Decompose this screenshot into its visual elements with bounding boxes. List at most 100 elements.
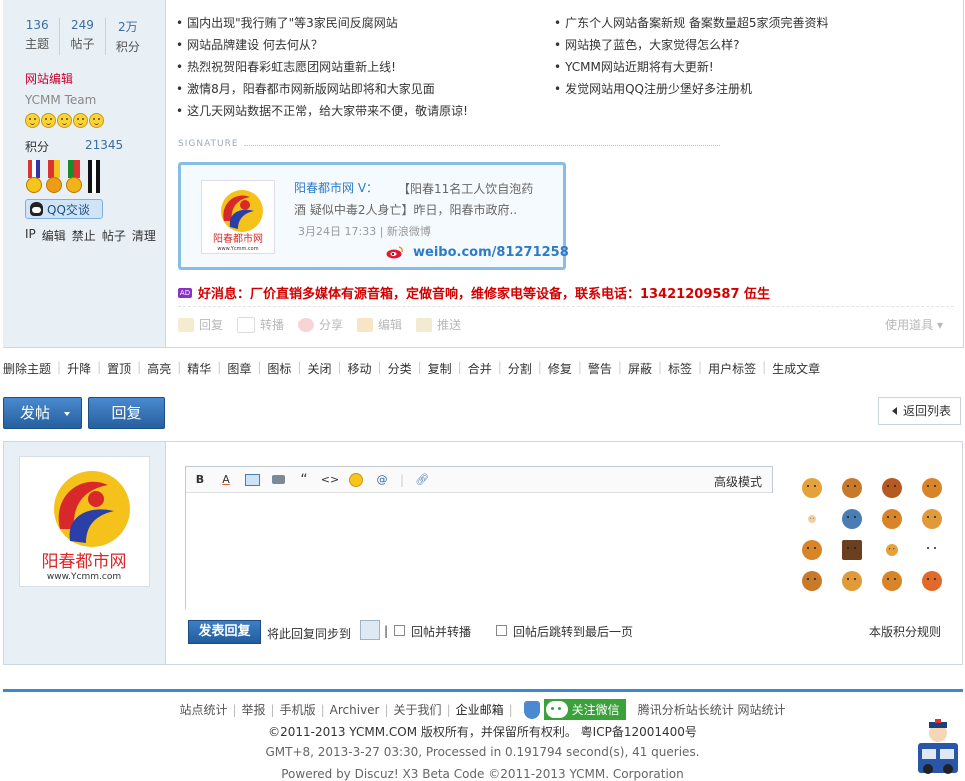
stat-posts-label[interactable]: 帖子 [60, 35, 104, 52]
advanced-mode-link[interactable]: 高级模式 [714, 473, 762, 490]
stat-posts[interactable]: 249 帖子 [60, 18, 106, 55]
quote-icon[interactable]: “ [296, 472, 312, 488]
footer-link-report[interactable]: 举报 [242, 701, 266, 718]
mod-block[interactable]: 屏蔽 [628, 360, 652, 377]
qq-chat-button[interactable]: QQ交谈 [25, 199, 103, 219]
mod-split[interactable]: 分割 [508, 360, 532, 377]
monkey-emoticon-icon[interactable] [922, 571, 942, 591]
weibo-link[interactable]: weibo.com/81271258 [413, 245, 569, 260]
ad-banner[interactable]: AD 好消息：厂价直销多媒体有源音箱，定做音响，维修家电等设备，联系电话：134… [178, 283, 770, 302]
mod-stick[interactable]: 置顶 [107, 360, 131, 377]
admin-link-edit[interactable]: 编辑 [42, 227, 66, 244]
attachment-icon[interactable] [270, 472, 286, 488]
mention-icon[interactable]: @ [374, 472, 390, 488]
admin-link-clean[interactable]: 清理 [132, 227, 156, 244]
monkey-emoticon-icon[interactable] [808, 515, 816, 523]
forward-reply-checkbox[interactable] [394, 625, 405, 636]
use-tools-menu[interactable]: 使用道具 ▾ [885, 316, 943, 333]
stat-topics-count[interactable]: 136 [15, 18, 59, 32]
user-group[interactable]: 网站编辑 [25, 70, 73, 87]
stat-credits-count[interactable]: 2万 [106, 18, 150, 35]
mod-merge[interactable]: 合并 [468, 360, 492, 377]
footer-link-about[interactable]: 关于我们 [394, 701, 442, 718]
credit-rules-link[interactable]: 本版积分规则 [869, 623, 941, 640]
medal-icon[interactable] [25, 160, 43, 193]
news-link[interactable]: 网站换了蓝色，大家觉得怎么样? [554, 34, 829, 56]
medal-icon[interactable] [85, 160, 103, 193]
mod-repair[interactable]: 修复 [548, 360, 572, 377]
jump-last-page-label[interactable]: 回帖后跳转到最后一页 [513, 623, 633, 640]
stat-posts-count[interactable]: 249 [60, 18, 104, 32]
mod-bump[interactable]: 升降 [67, 360, 91, 377]
monkey-emoticon-icon[interactable] [802, 571, 822, 591]
medal-icon[interactable] [45, 160, 63, 193]
news-link[interactable]: 国内出现"我行贿了"等3家民间反腐网站 [176, 12, 468, 34]
news-link[interactable]: 广东个人网站备案新规 备案数量超5家须完善资料 [554, 12, 828, 34]
monkey-emoticon-icon[interactable] [802, 478, 822, 498]
monkey-emoticon-icon[interactable] [842, 478, 862, 498]
news-link[interactable]: YCMM网站近期将有大更新! [554, 56, 829, 78]
mod-digest[interactable]: 精华 [187, 360, 211, 377]
mod-category[interactable]: 分类 [388, 360, 412, 377]
reply-action[interactable]: 回复 [178, 316, 223, 333]
monkey-emoticon-icon[interactable] [842, 540, 862, 560]
monkey-emoticon-icon[interactable] [922, 540, 942, 560]
news-link[interactable]: 网站品牌建设 何去何从？ [176, 34, 468, 56]
image-icon[interactable] [244, 472, 260, 488]
news-link[interactable]: 热烈祝贺阳春彩虹志愿团网站重新上线! [176, 56, 468, 78]
monkey-emoticon-icon[interactable] [882, 571, 902, 591]
submit-reply-button[interactable]: 发表回复 [188, 620, 261, 644]
monkey-emoticon-icon[interactable] [922, 509, 942, 529]
monkey-emoticon-icon[interactable] [842, 509, 862, 529]
reply-button[interactable]: 回复 [88, 397, 165, 429]
stat-credits[interactable]: 2万 积分 [106, 18, 150, 55]
stat-credits-label[interactable]: 积分 [106, 38, 150, 55]
weibo-name[interactable]: 阳春都市网 V： [294, 179, 378, 196]
mod-highlight[interactable]: 高亮 [147, 360, 171, 377]
footer-link-mobile[interactable]: 手机版 [280, 701, 316, 718]
admin-link-ban[interactable]: 禁止 [72, 227, 96, 244]
stat-topics-label[interactable]: 主题 [15, 35, 59, 52]
sync-weibo-icon[interactable] [360, 620, 380, 640]
code-icon[interactable]: <> [321, 472, 339, 488]
mod-generate-article[interactable]: 生成文章 [772, 360, 820, 377]
new-post-button[interactable]: 发帖 [3, 397, 82, 429]
mod-close[interactable]: 关闭 [307, 360, 331, 377]
news-link[interactable]: 发觉网站用QQ注册少堡好多注册机 [554, 78, 829, 100]
monkey-emoticon-icon[interactable] [842, 571, 862, 591]
footer-link-archiver[interactable]: Archiver [330, 703, 380, 717]
back-to-list-button[interactable]: 返回列表 [878, 397, 961, 425]
share-action[interactable]: 分享 [298, 316, 343, 333]
mod-icon[interactable]: 图标 [267, 360, 291, 377]
footer-analytics-links[interactable]: 腾讯分析站长统计 网站统计 [638, 701, 786, 718]
footer-link-stats[interactable]: 站点统计 [179, 701, 227, 718]
font-color-icon[interactable]: A [218, 472, 234, 488]
news-link[interactable]: 激情8月，阳春都市网新版网站即将和大家见面 [176, 78, 468, 100]
mod-move[interactable]: 移动 [348, 360, 372, 377]
mod-tag[interactable]: 标签 [668, 360, 692, 377]
weibo-avatar[interactable]: 阳春都市网 www.Ycmm.com [201, 180, 275, 254]
medal-icon[interactable] [65, 160, 83, 193]
forward-reply-label[interactable]: 回帖并转播 [411, 623, 471, 640]
monkey-emoticon-icon[interactable] [882, 509, 902, 529]
forward-action[interactable]: 转播 [237, 316, 284, 333]
admin-link-posts[interactable]: 帖子 [102, 227, 126, 244]
mod-user-tag[interactable]: 用户标签 [708, 360, 756, 377]
mod-copy[interactable]: 复制 [428, 360, 452, 377]
mod-delete-thread[interactable]: 删除主题 [3, 360, 51, 377]
monkey-emoticon-icon[interactable] [882, 478, 902, 498]
monkey-emoticon-icon[interactable] [922, 478, 942, 498]
smiley-icon[interactable] [348, 472, 364, 488]
mod-warn[interactable]: 警告 [588, 360, 612, 377]
footer-link-email[interactable]: 企业邮箱 [456, 701, 504, 718]
monkey-emoticon-icon[interactable] [802, 540, 822, 560]
weibo-card[interactable]: 阳春都市网 www.Ycmm.com 【阳春11名工人饮自泡药酒 疑似中毒2人身… [178, 162, 569, 270]
admin-link-ip[interactable]: IP [25, 227, 36, 244]
mod-stamp[interactable]: 图章 [227, 360, 251, 377]
news-link[interactable]: 这几天网站数据不正常，给大家带来不便，敬请原谅! [176, 100, 468, 122]
monkey-emoticon-icon[interactable] [886, 544, 898, 556]
security-shield-icon[interactable] [523, 700, 540, 719]
edit-action[interactable]: 编辑 [357, 316, 402, 333]
link-icon[interactable]: 🔗︎ [414, 472, 430, 488]
bold-icon[interactable]: B [192, 472, 208, 488]
